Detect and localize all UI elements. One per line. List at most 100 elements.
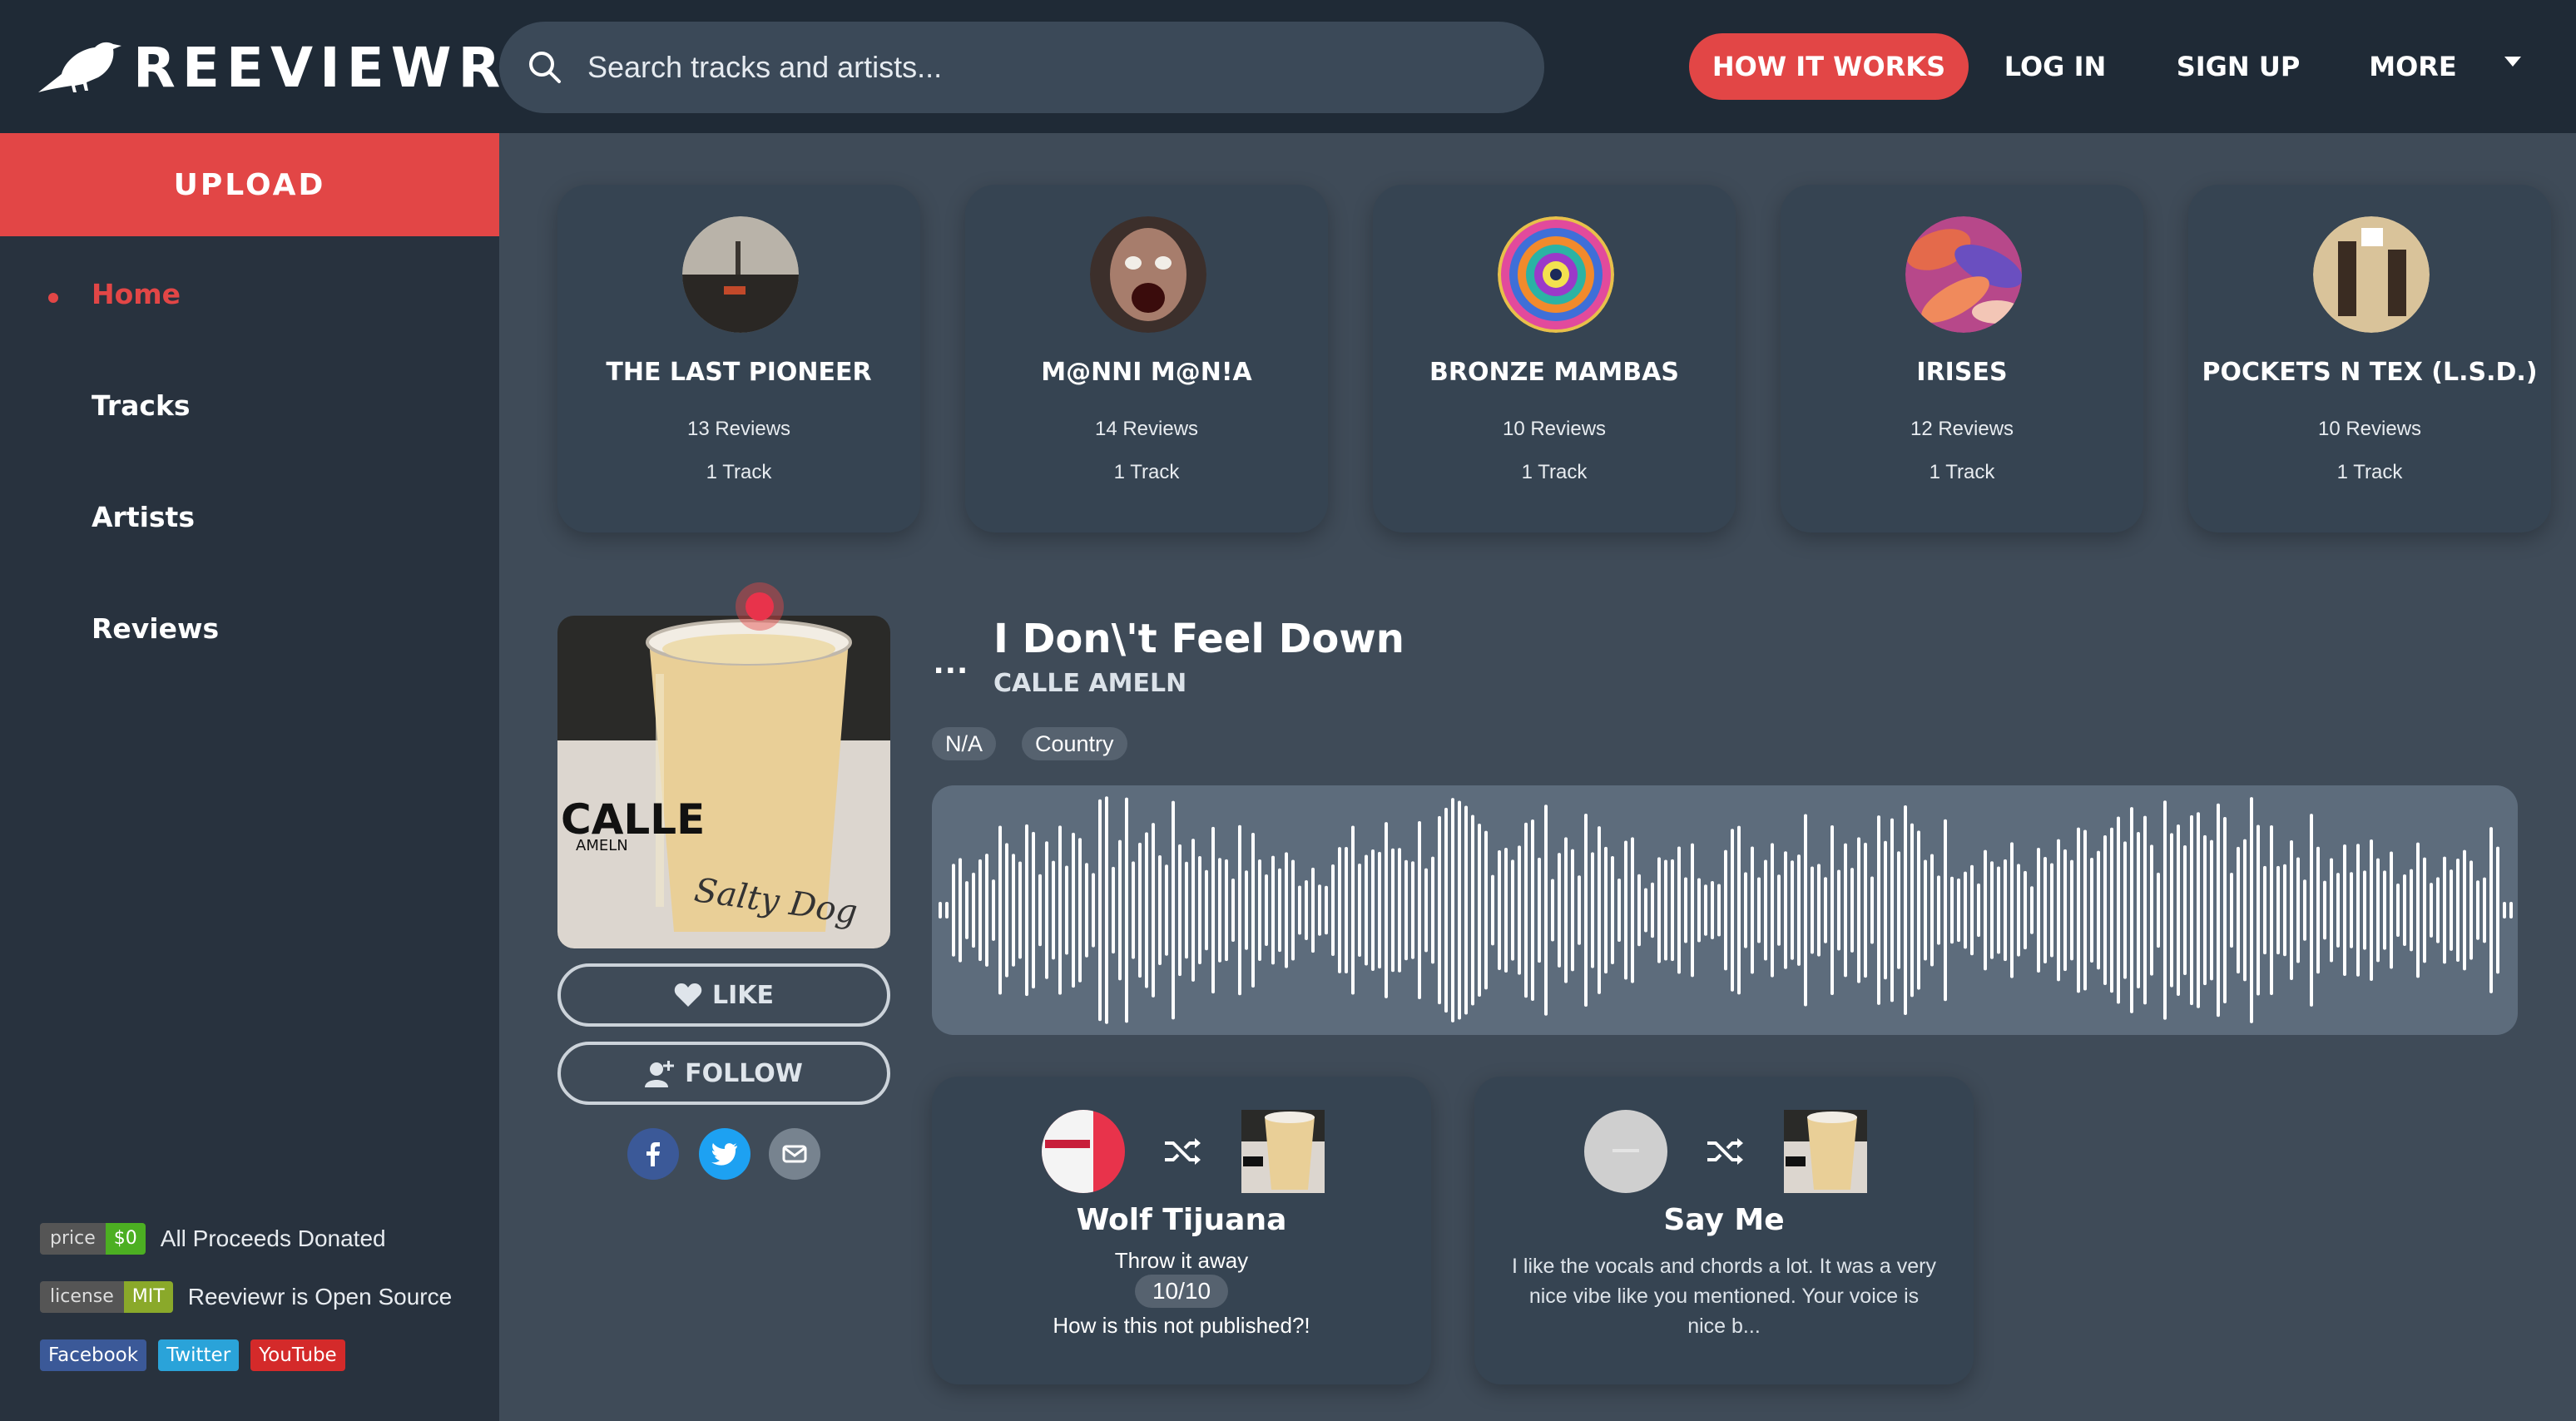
artist-avatar [1905, 216, 2022, 333]
facebook-link[interactable]: Facebook [40, 1339, 147, 1371]
waveform-bar [1970, 864, 1974, 956]
search-bar[interactable] [499, 22, 1544, 113]
waveform-bar [1245, 870, 1248, 950]
review-card[interactable]: Wolf Tijuana Throw it away 10/10 How is … [932, 1077, 1431, 1384]
license-badge-text: Reeviewr is Open Source [187, 1284, 453, 1310]
artist-name: BRONZE MAMBAS [1429, 358, 1679, 387]
waveform-bar [1724, 849, 1727, 971]
waveform-bar [1764, 859, 1767, 961]
waveform-bar [1138, 842, 1142, 978]
waveform-bar [1870, 876, 1874, 944]
waveform-bar [2310, 814, 2313, 1007]
waveform-bar [952, 864, 955, 957]
artist-card[interactable]: IRISES 12 Reviews 1 Track [1781, 185, 2143, 532]
waveform-bar [2316, 846, 2320, 974]
track-title[interactable]: I Don\'t Feel Down [993, 616, 1404, 662]
waveform-bar [2356, 844, 2360, 977]
waveform-bar [2143, 815, 2147, 1005]
waveform-bar [1817, 864, 1821, 957]
artist-reviews: 14 Reviews [1094, 418, 1199, 440]
artist-card[interactable]: POCKETS N TEX (L.S.D.) 10 Reviews 1 Trac… [2188, 185, 2551, 532]
upload-button[interactable]: UPLOAD [0, 133, 499, 236]
waveform-bar [1484, 830, 1488, 990]
waveform-bar [2097, 850, 2100, 970]
waveform-bar [1145, 832, 1148, 988]
waveform-bar [965, 881, 968, 939]
waveform-bar [1504, 847, 1508, 973]
sidebar-item-tracks[interactable]: Tracks [92, 389, 191, 422]
artist-card[interactable]: M@NNI M@N!A 14 Reviews 1 Track [965, 185, 1328, 532]
waveform-bar [1132, 861, 1135, 959]
review-card[interactable]: Say Me I like the vocals and chords a lo… [1474, 1077, 1974, 1384]
waveform-bar [2123, 841, 2127, 979]
waveform-bar [1578, 875, 1581, 945]
more-menu[interactable]: MORE [2355, 33, 2471, 100]
waveform-bar [1844, 843, 1847, 978]
waveform-bar [2443, 856, 2446, 964]
sidebar-item-home[interactable]: Home [92, 278, 181, 310]
record-indicator-icon [736, 582, 784, 631]
shuffle-icon [1707, 1138, 1743, 1165]
facebook-share-icon[interactable] [627, 1128, 679, 1180]
waveform-player[interactable] [932, 785, 2518, 1035]
waveform-bar [1458, 800, 1461, 1020]
track-cover-art[interactable]: CALLE AMELN Salty Dog [557, 616, 890, 948]
sidebar-item-artists[interactable]: Artists [92, 501, 195, 533]
search-input[interactable] [587, 50, 1503, 85]
waveform-bar [1830, 825, 1834, 995]
waveform-bar [1704, 884, 1707, 936]
artist-reviews: 10 Reviews [1502, 418, 1607, 440]
price-badge-label: price [40, 1223, 106, 1255]
artist-card[interactable]: BRONZE MAMBAS 10 Reviews 1 Track [1373, 185, 1736, 532]
artist-card[interactable]: THE LAST PIONEER 13 Reviews 1 Track [557, 185, 920, 532]
waveform-bar [1617, 878, 1621, 943]
review-summary: Throw it away [1114, 1248, 1249, 1273]
waveform-bar [2430, 883, 2433, 938]
waveform-bar [2217, 803, 2220, 1017]
waveform-bar [985, 854, 988, 967]
waveform-bar [2263, 865, 2266, 955]
waveform-bar [2170, 833, 2173, 988]
waveform-bar [1078, 838, 1082, 983]
waveform-bar [945, 902, 949, 918]
how-it-works-button[interactable]: HOW IT WORKS [1689, 33, 1969, 100]
waveform-bar [2163, 800, 2167, 1020]
waveform-bar [1391, 848, 1395, 973]
waveform-bar [1085, 863, 1088, 958]
waveform-bar [1904, 805, 1907, 1016]
waveform-bar [1338, 847, 1341, 973]
waveform-bar [2243, 839, 2247, 982]
waveform-bar [2396, 884, 2400, 937]
more-options-icon[interactable]: ... [934, 641, 969, 682]
follow-button[interactable]: FOLLOW [557, 1042, 890, 1105]
tag-genre[interactable]: Country [1022, 727, 1127, 760]
waveform-bar [1358, 864, 1361, 957]
waveform-bar [1664, 859, 1667, 961]
sidebar-item-reviews[interactable]: Reviews [92, 612, 219, 645]
youtube-link[interactable]: YouTube [250, 1339, 345, 1371]
waveform-bar [2077, 827, 2080, 993]
tag-key[interactable]: N/A [932, 727, 997, 760]
waveform-bar [1684, 877, 1687, 943]
waveform-bar [1025, 824, 1028, 997]
waveform-bar [2150, 844, 2153, 976]
twitter-link[interactable]: Twitter [158, 1339, 240, 1371]
waveform-bar [2063, 849, 2067, 972]
signup-link[interactable]: SIGN UP [2163, 33, 2313, 100]
search-icon [529, 52, 561, 83]
waveform-bar [1757, 877, 1761, 943]
logo[interactable]: REEVIEWR [37, 30, 507, 105]
waveform-bar [1864, 842, 1867, 978]
chevron-down-icon[interactable] [2504, 57, 2521, 67]
twitter-share-icon[interactable] [699, 1128, 751, 1180]
artist-avatar [1498, 216, 1614, 333]
track-artist[interactable]: CALLE AMELN [993, 669, 1186, 698]
like-button[interactable]: LIKE [557, 963, 890, 1027]
waveform[interactable] [932, 785, 2518, 1035]
follow-label: FOLLOW [685, 1058, 803, 1088]
waveform-bar [1251, 832, 1255, 988]
login-link[interactable]: LOG IN [1997, 33, 2113, 100]
waveform-bar [1884, 840, 1887, 980]
email-share-icon[interactable] [769, 1128, 820, 1180]
waveform-bar [2157, 872, 2160, 948]
